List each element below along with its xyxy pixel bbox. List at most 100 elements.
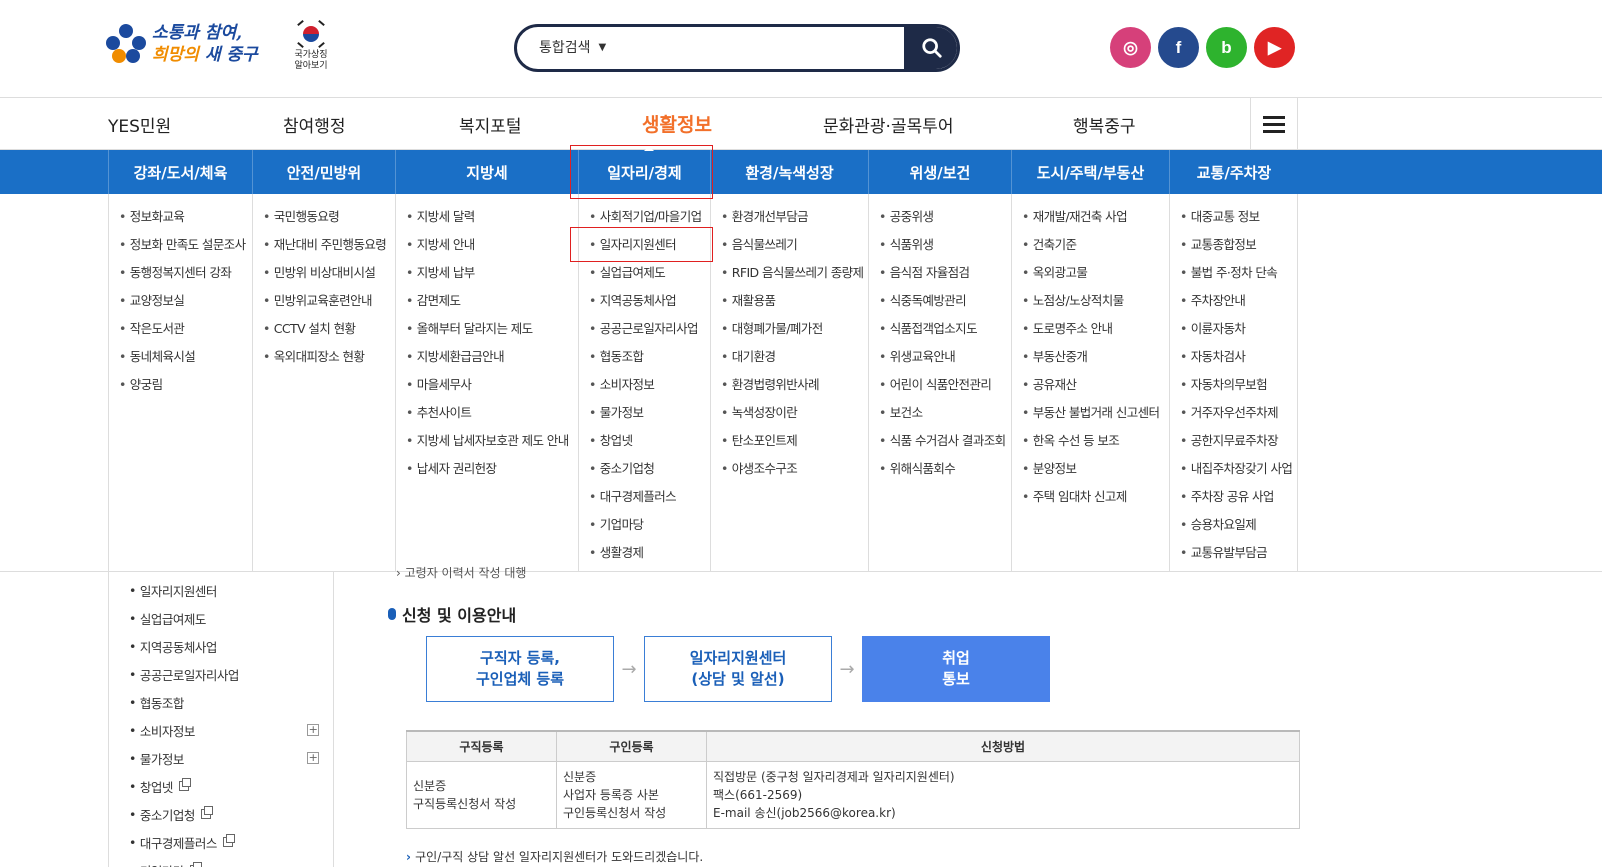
mega-link[interactable]: 대구경제플러스 [579, 483, 710, 511]
mega-link[interactable]: 민방위교육훈련안내 [253, 287, 395, 315]
site-logo[interactable]: 소통과 참여, 희망의 새 중구 [106, 22, 258, 66]
search-button[interactable] [904, 27, 957, 69]
mega-link[interactable]: 부동산중개 [1012, 343, 1169, 371]
mega-link[interactable]: 소비자정보 [579, 371, 710, 399]
mega-category-4[interactable]: 환경/녹색성장 [710, 150, 868, 194]
mega-link[interactable]: 정보화 만족도 설문조사 [109, 231, 252, 259]
mega-link[interactable]: 식중독예방관리 [869, 287, 1011, 315]
mega-link[interactable]: 지방세 납세자보호관 제도 안내 [396, 427, 578, 455]
mega-link[interactable]: 식품 수거검사 결과조회 [869, 427, 1011, 455]
mega-category-2[interactable]: 지방세 [395, 150, 578, 194]
mega-link[interactable]: 납세자 권리헌장 [396, 455, 578, 483]
mega-link[interactable]: 음식물쓰레기 [711, 231, 868, 259]
mega-link[interactable]: 국민행동요령 [253, 203, 395, 231]
mega-link[interactable]: RFID 음식물쓰레기 종량제 [711, 259, 868, 287]
mega-link[interactable]: 재개발/재건축 사업 [1012, 203, 1169, 231]
mega-link[interactable]: 작은도서관 [109, 315, 252, 343]
mega-link[interactable]: 공중위생 [869, 203, 1011, 231]
mega-link[interactable]: 실업급여제도 [579, 259, 710, 287]
mega-link[interactable]: 지방세 안내 [396, 231, 578, 259]
left-nav-item[interactable]: 기업마당 [109, 856, 333, 867]
mega-link[interactable]: 노점상/노상적치물 [1012, 287, 1169, 315]
mega-link[interactable]: 환경개선부담금 [711, 203, 868, 231]
gnb-item-3[interactable]: 생활정보 [642, 110, 712, 137]
left-nav-item[interactable]: 공공근로일자리사업 [109, 660, 333, 688]
gnb-item-4[interactable]: 문화관광·골목투어 [823, 112, 954, 137]
mega-link[interactable]: 건축기준 [1012, 231, 1169, 259]
mega-link[interactable]: 대형폐가물/폐가전 [711, 315, 868, 343]
mega-link[interactable]: 공유재산 [1012, 371, 1169, 399]
search-scope-select[interactable]: 통합검색 ▼ [539, 37, 606, 57]
social-facebook-button[interactable]: f [1158, 27, 1199, 68]
mega-link[interactable]: 추천사이트 [396, 399, 578, 427]
mega-link[interactable]: 지방세환급금안내 [396, 343, 578, 371]
social-blog-button[interactable]: b [1206, 27, 1247, 68]
mega-link[interactable]: 보건소 [869, 399, 1011, 427]
expand-plus-icon[interactable]: + [307, 752, 319, 764]
mega-link[interactable]: 재난대비 주민행동요령 [253, 231, 395, 259]
mega-link[interactable]: 공한지무료주차장 [1170, 427, 1297, 455]
left-nav-item[interactable]: 중소기업청 [109, 800, 333, 828]
mega-link[interactable]: 기업마당 [579, 511, 710, 539]
mega-link[interactable]: 주차장 공유 사업 [1170, 483, 1297, 511]
mega-link[interactable]: 양궁림 [109, 371, 252, 399]
mega-link[interactable]: 마을세무사 [396, 371, 578, 399]
mega-link[interactable]: 동행정복지센터 강좌 [109, 259, 252, 287]
mega-category-7[interactable]: 교통/주차장 [1169, 150, 1298, 194]
mega-link[interactable]: 내집주차장갖기 사업 [1170, 455, 1297, 483]
mega-link[interactable]: 올해부터 달라지는 제도 [396, 315, 578, 343]
gnb-item-5[interactable]: 행복중구 [1073, 112, 1136, 137]
mega-link[interactable]: 대기환경 [711, 343, 868, 371]
left-nav-item[interactable]: 지역공동체사업 [109, 632, 333, 660]
expand-plus-icon[interactable]: + [307, 724, 319, 736]
mega-category-1[interactable]: 안전/민방위 [252, 150, 395, 194]
mega-link[interactable]: 주택 임대차 신고제 [1012, 483, 1169, 511]
mega-link[interactable]: 식품접객업소지도 [869, 315, 1011, 343]
mega-category-6[interactable]: 도시/주택/부동산 [1011, 150, 1169, 194]
gnb-item-2[interactable]: 복지포털 [459, 112, 522, 137]
mega-link[interactable]: 협동조합 [579, 343, 710, 371]
left-nav-item[interactable]: 소비자정보 + [109, 716, 333, 744]
mega-link[interactable]: 탄소포인트제 [711, 427, 868, 455]
mega-link[interactable]: 위생교육안내 [869, 343, 1011, 371]
mega-link[interactable]: 위해식품회수 [869, 455, 1011, 483]
mega-link[interactable]: 불법 주·정차 단속 [1170, 259, 1297, 287]
mega-link[interactable]: 옥외광고물 [1012, 259, 1169, 287]
mega-link[interactable]: 식품위생 [869, 231, 1011, 259]
mega-link[interactable]: 물가정보 [579, 399, 710, 427]
mega-link[interactable]: 지방세 납부 [396, 259, 578, 287]
left-nav-item[interactable]: 협동조합 [109, 688, 333, 716]
gnb-item-1[interactable]: 참여행정 [283, 112, 346, 137]
mega-link[interactable]: 중소기업청 [579, 455, 710, 483]
mega-link[interactable]: 민방위 비상대비시설 [253, 259, 395, 287]
mega-link[interactable]: 재활용품 [711, 287, 868, 315]
mega-link[interactable]: 음식점 자율점검 [869, 259, 1011, 287]
mega-link[interactable]: 거주자우선주차제 [1170, 399, 1297, 427]
left-nav-item[interactable]: 일자리지원센터 [109, 576, 333, 604]
mega-category-0[interactable]: 강좌/도서/체육 [108, 150, 252, 194]
left-nav-item[interactable]: 물가정보 + [109, 744, 333, 772]
mega-link[interactable]: 분양정보 [1012, 455, 1169, 483]
mega-link[interactable]: 도로명주소 안내 [1012, 315, 1169, 343]
all-menu-button[interactable] [1250, 98, 1298, 150]
mega-link[interactable]: 공공근로일자리사업 [579, 315, 710, 343]
mega-link[interactable]: 녹색성장이란 [711, 399, 868, 427]
left-nav-item[interactable]: 실업급여제도 [109, 604, 333, 632]
mega-link[interactable]: 자동차의무보험 [1170, 371, 1297, 399]
mega-link[interactable]: 승용차요일제 [1170, 511, 1297, 539]
mega-link[interactable]: 교통유발부담금 [1170, 539, 1297, 567]
mega-link[interactable]: 창업넷 [579, 427, 710, 455]
left-nav-item[interactable]: 창업넷 [109, 772, 333, 800]
mega-link[interactable]: CCTV 설치 현황 [253, 315, 395, 343]
mega-link[interactable]: 교양정보실 [109, 287, 252, 315]
mega-link[interactable]: 어린이 식품안전관리 [869, 371, 1011, 399]
mega-link[interactable]: 한옥 수선 등 보조 [1012, 427, 1169, 455]
search-input[interactable] [627, 33, 907, 63]
social-instagram-button[interactable]: ◎ [1110, 27, 1151, 68]
mega-link[interactable]: 감면제도 [396, 287, 578, 315]
mega-link[interactable]: 옥외대피장소 현황 [253, 343, 395, 371]
gnb-item-0[interactable]: YES민원 [108, 112, 171, 137]
social-youtube-button[interactable]: ▶ [1254, 27, 1295, 68]
mega-link[interactable]: 부동산 불법거래 신고센터 [1012, 399, 1169, 427]
national-symbol-link[interactable]: 국가상징 알아보기 [288, 19, 334, 72]
